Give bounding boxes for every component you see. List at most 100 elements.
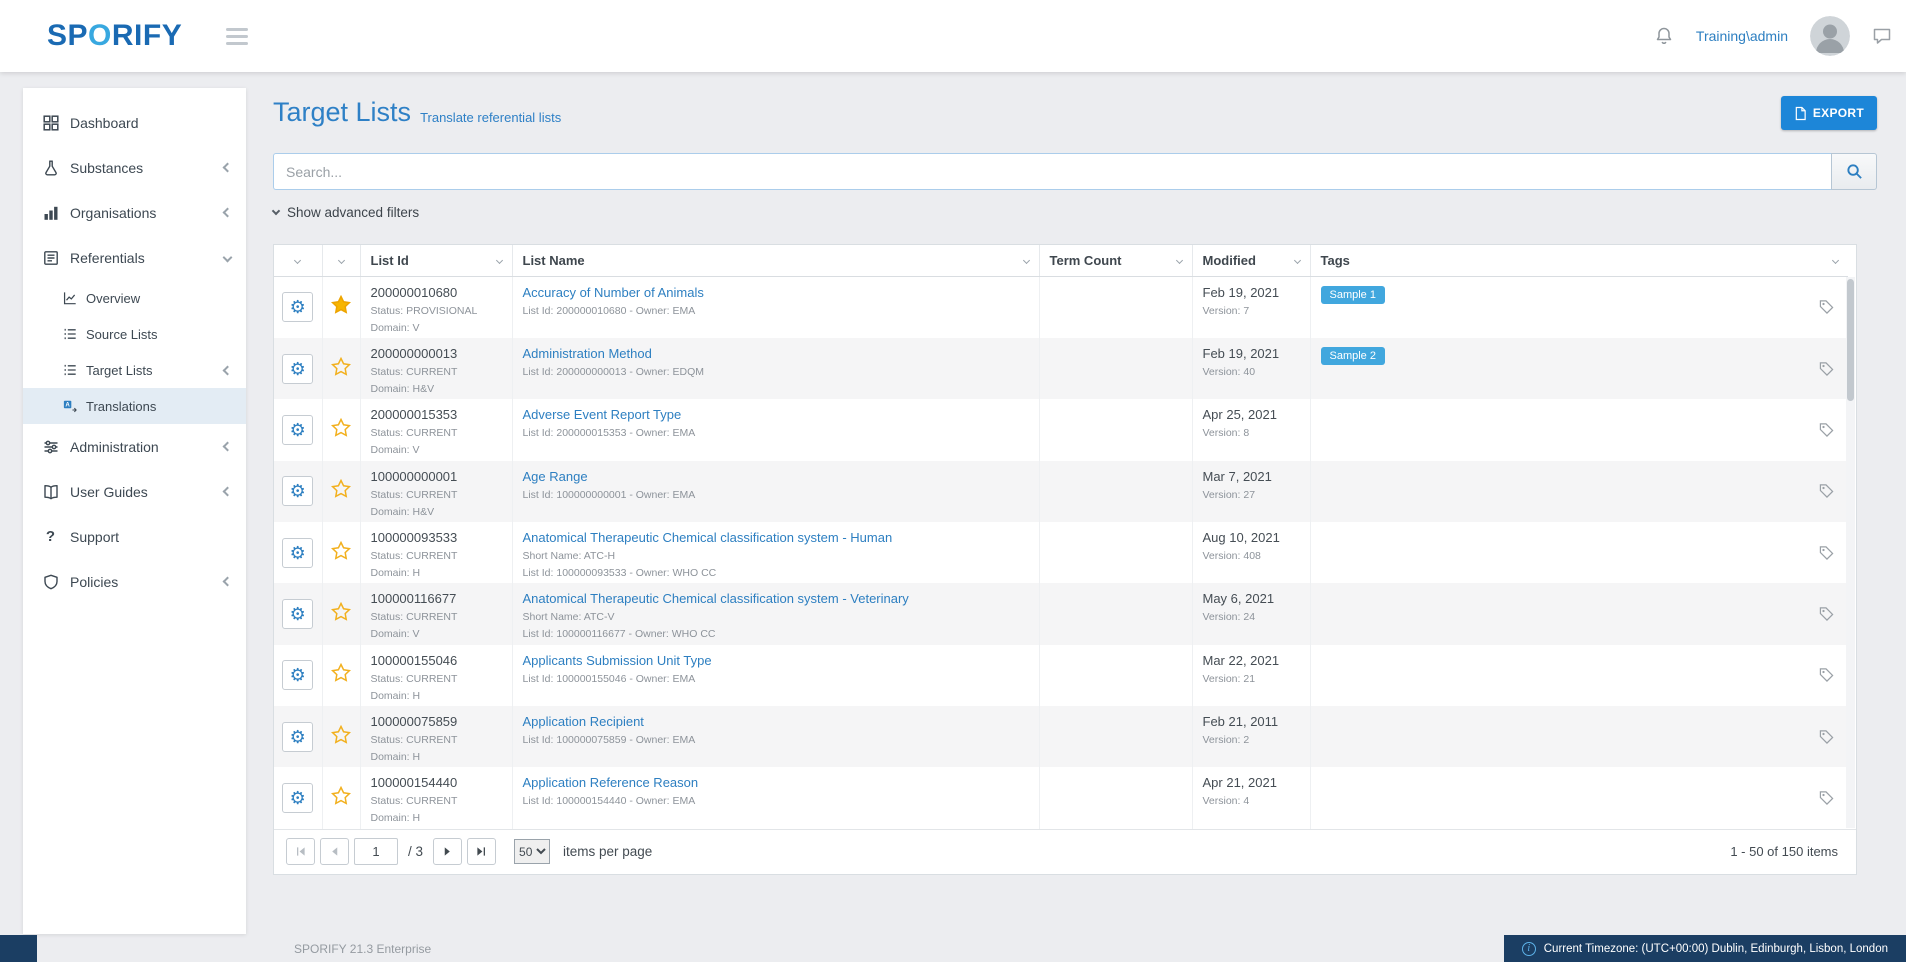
first-page-button[interactable] (286, 838, 315, 865)
star-icon (331, 418, 351, 437)
chevron-left-icon (223, 365, 233, 375)
version-label: Version: 408 (1203, 549, 1300, 563)
list-name-link[interactable]: Application Reference Reason (523, 775, 1029, 790)
row-favorite-cell (322, 645, 360, 706)
row-settings-button[interactable]: ⚙ (282, 292, 313, 322)
page-size-select[interactable]: 50 (514, 839, 550, 864)
column-menu-icon[interactable] (1293, 257, 1300, 264)
table-header-row: List Id List Name Term Count Modified Ta… (274, 245, 1848, 276)
scrollbar-thumb[interactable] (1847, 279, 1854, 401)
row-settings-button[interactable]: ⚙ (282, 476, 313, 506)
row-settings-button[interactable]: ⚙ (282, 722, 313, 752)
sidebar-item-administration[interactable]: Administration (23, 424, 246, 469)
column-menu-icon[interactable] (1175, 257, 1182, 264)
favorite-star-button[interactable] (331, 602, 351, 621)
main-content: Target Lists Translate referential lists… (246, 72, 1906, 962)
sidebar-item-policies[interactable]: Policies (23, 559, 246, 604)
row-settings-button[interactable]: ⚙ (282, 783, 313, 813)
list-icon (62, 326, 77, 343)
row-settings-button[interactable]: ⚙ (282, 599, 313, 629)
table-row: ⚙ 100000154440 Status: CURRENT Domain: H… (274, 767, 1848, 828)
chat-button[interactable] (1872, 26, 1892, 46)
next-page-button[interactable] (433, 838, 462, 865)
gear-icon: ⚙ (290, 666, 306, 684)
row-settings-cell: ⚙ (274, 461, 322, 522)
favorite-star-button[interactable] (331, 725, 351, 744)
search-input[interactable] (273, 153, 1831, 190)
modified-cell: Feb 19, 2021 Version: 40 (1192, 338, 1310, 399)
sidebar-item-user-guides[interactable]: User Guides (23, 469, 246, 514)
sidebar-item-referentials[interactable]: Referentials (23, 235, 246, 280)
column-menu-icon[interactable] (294, 257, 301, 264)
avatar[interactable] (1810, 16, 1850, 56)
list-name-link[interactable]: Administration Method (523, 346, 1029, 361)
notifications-button[interactable] (1654, 26, 1674, 46)
list-name-cell: Age Range List Id: 100000000001 - Owner:… (512, 461, 1039, 522)
menu-toggle-icon[interactable] (222, 24, 252, 49)
row-settings-cell: ⚙ (274, 338, 322, 399)
table-row: ⚙ 100000000001 Status: CURRENT Domain: H… (274, 461, 1848, 522)
tags-cell (1310, 399, 1848, 460)
term-count-cell (1039, 338, 1192, 399)
sidebar-item-organisations[interactable]: Organisations (23, 190, 246, 235)
column-menu-icon[interactable] (337, 257, 344, 264)
translate-referential-lists-link[interactable]: Translate referential lists (420, 110, 561, 130)
favorite-star-button[interactable] (331, 786, 351, 805)
list-name-link[interactable]: Application Recipient (523, 714, 1029, 729)
row-settings-button[interactable]: ⚙ (282, 415, 313, 445)
sidebar-item-translations[interactable]: A Translations (23, 388, 246, 424)
list-id-value: 100000075859 (371, 714, 502, 729)
column-menu-icon[interactable] (1832, 257, 1839, 264)
list-name-link[interactable]: Anatomical Therapeutic Chemical classifi… (523, 591, 1029, 606)
favorite-star-button[interactable] (331, 418, 351, 437)
tag-icon[interactable] (1819, 606, 1834, 621)
export-button[interactable]: EXPORT (1781, 96, 1877, 130)
timezone-label: Current Timezone: (UTC+00:00) Dublin, Ed… (1544, 943, 1888, 955)
search-button[interactable] (1831, 153, 1877, 190)
tag-icon[interactable] (1819, 484, 1834, 499)
gear-icon: ⚙ (290, 298, 306, 316)
sidebar-item-dashboard[interactable]: Dashboard (23, 100, 246, 145)
list-name-link[interactable]: Anatomical Therapeutic Chemical classifi… (523, 530, 1029, 545)
tag-icon[interactable] (1819, 361, 1834, 376)
column-header-list-name: List Name (512, 245, 1039, 276)
row-settings-button[interactable]: ⚙ (282, 354, 313, 384)
advanced-filters-toggle[interactable]: Show advanced filters (273, 205, 419, 220)
user-menu[interactable]: Training\admin (1696, 28, 1788, 44)
favorite-star-button[interactable] (331, 541, 351, 560)
list-name-link[interactable]: Applicants Submission Unit Type (523, 653, 1029, 668)
sidebar-item-source-lists[interactable]: Source Lists (23, 316, 246, 352)
list-name-link[interactable]: Accuracy of Number of Animals (523, 285, 1029, 300)
column-menu-icon[interactable] (1022, 257, 1029, 264)
tag-icon[interactable] (1819, 422, 1834, 437)
app-logo[interactable]: SPORIFY (47, 19, 182, 53)
star-icon (331, 602, 351, 621)
tag-icon[interactable] (1819, 729, 1834, 744)
tag-icon[interactable] (1819, 668, 1834, 683)
page-input[interactable] (354, 838, 398, 865)
last-page-button[interactable] (467, 838, 496, 865)
sidebar-item-label: Policies (70, 574, 118, 590)
favorite-star-button[interactable] (331, 479, 351, 498)
favorite-star-button[interactable] (331, 357, 351, 376)
sidebar-item-overview[interactable]: Overview (23, 280, 246, 316)
sidebar-item-support[interactable]: ? Support (23, 514, 246, 559)
tag-icon[interactable] (1819, 545, 1834, 560)
list-name-link[interactable]: Age Range (523, 469, 1029, 484)
tag-icon[interactable] (1819, 790, 1834, 805)
tag-icon[interactable] (1819, 300, 1834, 315)
row-settings-button[interactable]: ⚙ (282, 660, 313, 690)
favorite-star-button[interactable] (331, 295, 351, 314)
column-label: Modified (1203, 253, 1256, 268)
column-menu-icon[interactable] (495, 257, 502, 264)
sidebar-item-target-lists[interactable]: Target Lists (23, 352, 246, 388)
list-name-link[interactable]: Adverse Event Report Type (523, 407, 1029, 422)
previous-page-button[interactable] (320, 838, 349, 865)
tags-cell (1310, 645, 1848, 706)
sidebar-item-substances[interactable]: Substances (23, 145, 246, 190)
row-settings-button[interactable]: ⚙ (282, 538, 313, 568)
list-domain: Domain: H&V (371, 382, 502, 396)
term-count-cell (1039, 583, 1192, 644)
favorite-star-button[interactable] (331, 663, 351, 682)
row-favorite-cell (322, 338, 360, 399)
